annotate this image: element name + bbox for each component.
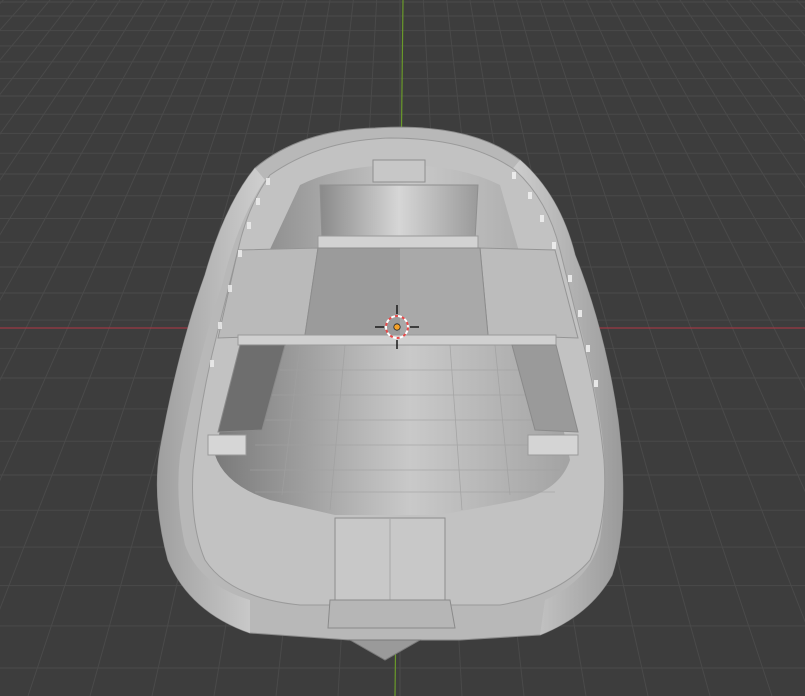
deck-crossbeam	[317, 235, 479, 249]
boat-hull-icon[interactable]	[156, 126, 624, 661]
stern-step	[327, 599, 456, 629]
cleat-left[interactable]	[207, 434, 247, 456]
object-origin-icon[interactable]	[393, 323, 401, 331]
cleat-right[interactable]	[527, 434, 579, 456]
forward-hatch[interactable]	[372, 159, 426, 183]
hull-keel	[348, 639, 422, 661]
forward-deck[interactable]	[319, 184, 479, 241]
cabin-well-shade	[305, 248, 400, 335]
viewport-canvas[interactable]	[0, 0, 805, 696]
3d-viewport[interactable]	[0, 0, 805, 696]
